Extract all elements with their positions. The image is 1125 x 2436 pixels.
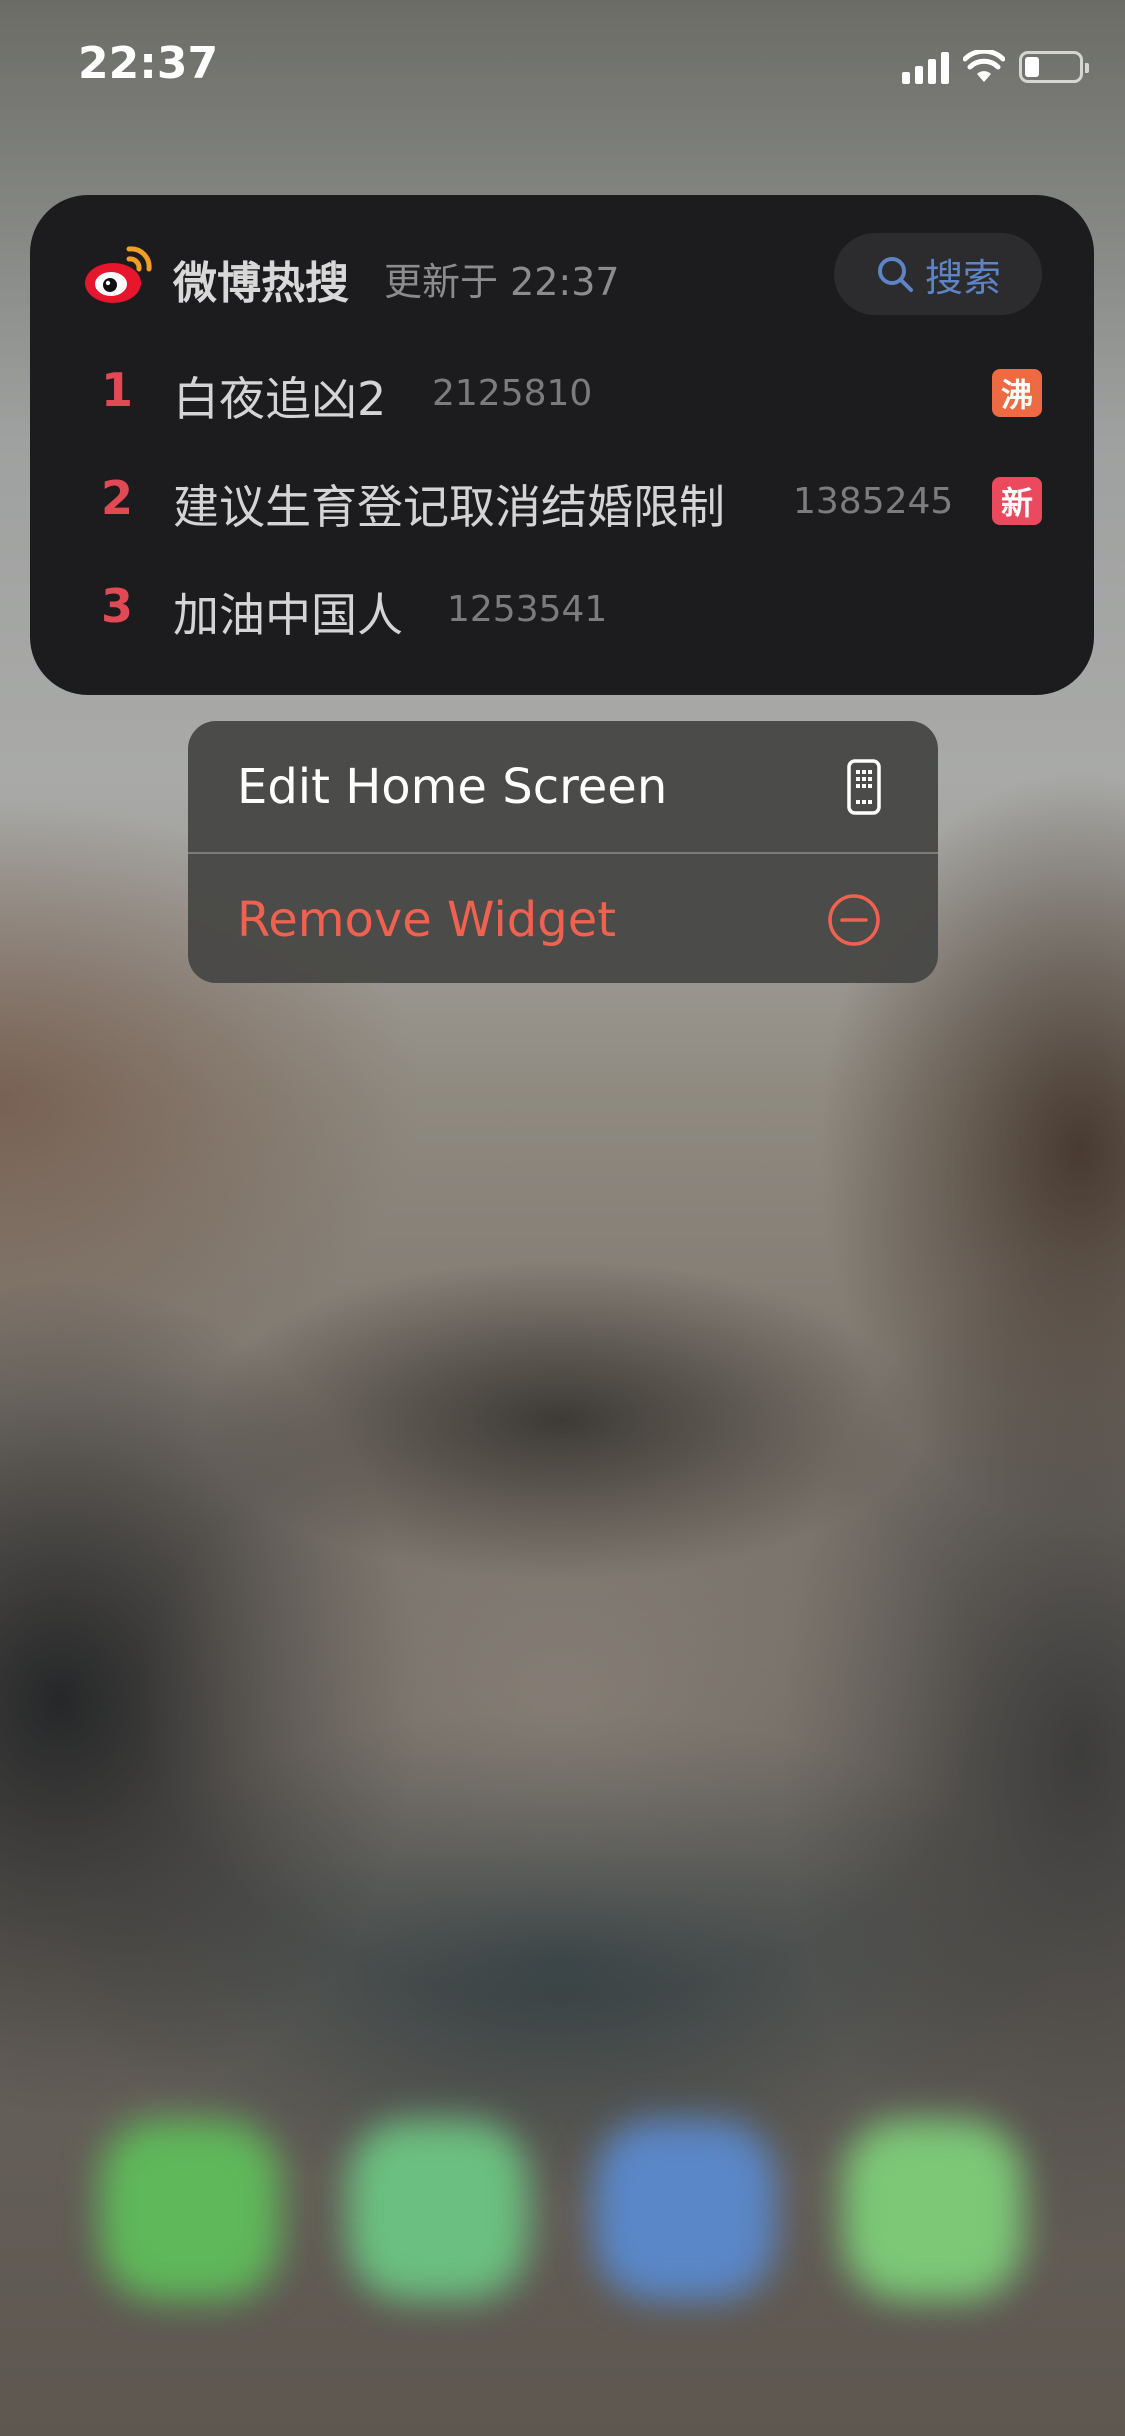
rank-number: 1 (100, 363, 133, 417)
weibo-hot-search-widget[interactable]: 微博热搜 更新于 22:37 搜索 1 白夜追凶2 2125810 沸 2 建议… (30, 195, 1094, 695)
minus-circle-icon (828, 894, 880, 946)
update-time: 更新于 22:37 (384, 260, 620, 304)
topic-title: 白夜追凶2 (173, 372, 387, 426)
phone-app-icon[interactable] (100, 2120, 280, 2300)
widget-title: 微博热搜 (173, 258, 349, 309)
heat-count: 1253541 (447, 589, 608, 630)
new-badge: 新 (992, 477, 1042, 525)
weibo-logo-icon (85, 246, 152, 303)
topic-title: 加油中国人 (173, 588, 403, 642)
status-time: 22:37 (78, 38, 219, 89)
remove-widget-menu-item[interactable]: Remove Widget (188, 854, 938, 983)
heat-count: 1385245 (793, 481, 954, 522)
heat-count: 2125810 (432, 373, 593, 414)
search-label: 搜索 (924, 255, 1001, 300)
hot-search-item[interactable]: 2 建议生育登记取消结婚限制 1385245 新 (30, 463, 1094, 543)
wifi-icon (963, 50, 1005, 82)
search-icon (877, 257, 913, 292)
safari-app-icon[interactable] (595, 2120, 775, 2300)
hot-search-item[interactable]: 1 白夜追凶2 2125810 沸 (30, 355, 1094, 435)
topic-title: 建议生育登记取消结婚限制 (173, 480, 725, 534)
rank-number: 2 (100, 471, 133, 525)
menu-item-label: Edit Home Screen (237, 759, 668, 815)
search-button[interactable]: 搜索 (834, 233, 1042, 315)
widget-context-menu: Edit Home Screen Remove Widget (188, 721, 938, 983)
hot-badge: 沸 (992, 369, 1042, 417)
status-icons (902, 50, 1089, 84)
hot-search-item[interactable]: 3 加油中国人 1253541 (30, 571, 1094, 651)
rank-number: 3 (100, 579, 133, 633)
messages-app-icon[interactable] (843, 2120, 1023, 2300)
menu-item-label: Remove Widget (237, 892, 617, 948)
cellular-signal-icon (902, 50, 949, 84)
edit-home-screen-menu-item[interactable]: Edit Home Screen (188, 721, 938, 852)
phone-apps-icon (847, 759, 881, 815)
wechat-app-icon[interactable] (348, 2120, 528, 2300)
battery-icon (1019, 51, 1089, 83)
